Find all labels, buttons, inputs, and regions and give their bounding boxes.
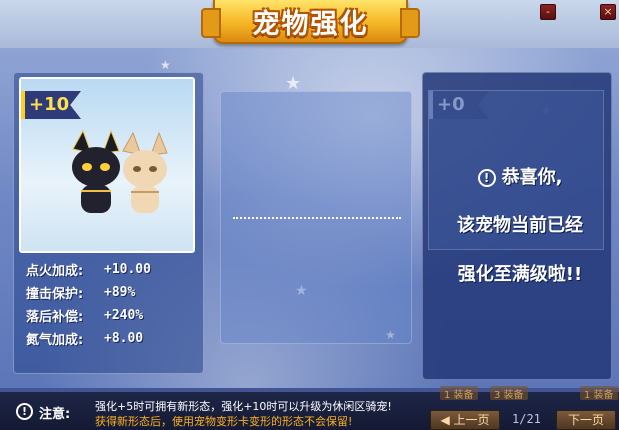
page-title: 宠物强化 [252, 8, 369, 40]
pet-stats: 点火加成: +10.00 撞击保护: +89% 落后补偿: +240% 氮气加成… [26, 258, 151, 350]
warning-icon: ! [477, 169, 496, 187]
divider [233, 217, 401, 219]
minimize-button[interactable]: - [540, 4, 556, 20]
stat-row: 撞击保护: +89% [26, 281, 151, 304]
cat-pet-icon [72, 129, 168, 213]
stat-label: 撞击保护: [26, 287, 84, 302]
stat-value: +10.00 [104, 262, 151, 277]
stat-label: 氮气加成: [26, 333, 84, 348]
pet-portrait: +10 [19, 77, 195, 253]
message-line: 恭喜你, [501, 167, 563, 188]
stat-row: 氮气加成: +8.00 [26, 327, 151, 350]
close-button[interactable]: × [600, 4, 616, 20]
next-page-button[interactable]: 下一页 [556, 410, 616, 430]
stat-row: 落后补偿: +240% [26, 304, 151, 327]
stat-row: 点火加成: +10.00 [26, 258, 151, 281]
stat-label: 点火加成: [26, 264, 84, 279]
notice-warning-line: 获得新形态后，使用宠物变形卡变形的形态不会保留! [95, 415, 353, 428]
stat-value: +240% [104, 308, 144, 323]
tab-equipment[interactable]: 1 装备 [580, 386, 618, 401]
stat-value: +8.00 [104, 331, 144, 346]
message-line: 该宠物当前已经 [457, 215, 583, 236]
page-indicator: 1/21 [512, 412, 541, 426]
level-badge: +10 [21, 91, 81, 119]
max-level-message: ! 恭喜你, [430, 163, 610, 189]
tab-equipment[interactable]: 3 装备 [490, 386, 528, 401]
message-line: 强化至满级啦!! [457, 264, 583, 285]
title-banner: 宠物强化 [201, 0, 420, 44]
star-icon: ★ [160, 58, 171, 72]
tab-equipment[interactable]: 1 装备 [440, 386, 478, 401]
stat-label: 落后补偿: [26, 310, 84, 325]
stat-value: +89% [104, 285, 136, 300]
notice-label: 注意: [39, 407, 71, 422]
prev-page-button[interactable]: ◀ 上一页 [430, 410, 500, 430]
info-icon: ! [16, 403, 33, 420]
notice-line: 强化+5时可拥有新形态，强化+10时可以升级为休闲区骑宠! [95, 400, 392, 413]
